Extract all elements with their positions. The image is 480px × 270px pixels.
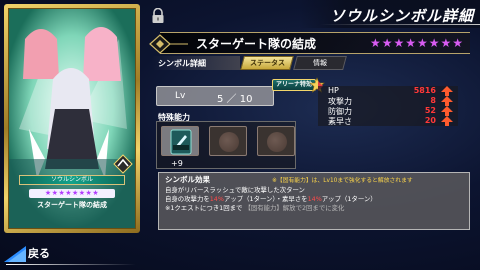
effect-text: アップ（1ターン） <box>321 195 377 203</box>
stat-row-attack: 攻撃力 8 <box>328 96 454 106</box>
stat-up-arrow-icon <box>440 96 454 106</box>
ability-plus-value: +9 <box>171 159 183 168</box>
banner-ornament-icon <box>149 34 188 54</box>
page-title: ソウルシンボル詳細 <box>300 0 480 28</box>
level-panel: Lv 5 ／ 10 <box>156 86 274 106</box>
stat-label: HP <box>328 86 339 95</box>
stat-value: 8 <box>430 96 436 105</box>
symbol-name-banner: スターゲート隊の結成 ★★★★★★★★ <box>149 32 470 54</box>
ability-slot-3[interactable] <box>257 126 295 156</box>
card-rarity-stars: ★★★★★★★★ <box>29 189 115 198</box>
ability-slot-2[interactable] <box>209 126 247 156</box>
stat-row-hp: HP 5816 <box>328 86 454 96</box>
section-title: シンボル詳細 <box>152 56 240 70</box>
stat-value: 52 <box>424 106 436 115</box>
empty-slot-icon <box>219 132 239 152</box>
effect-percent: 14% <box>307 195 322 203</box>
stat-up-arrow-icon <box>440 116 454 126</box>
symbol-effect-panel: シンボル効果 ※【固有能力】は、Lv10まで強化すると解放されます 自身がリバー… <box>158 172 470 230</box>
special-ability-panel: +9 <box>156 121 296 169</box>
effect-text: 自身の攻撃力を <box>165 195 210 203</box>
reverse-slash-skill-icon <box>170 129 192 155</box>
tab-status[interactable]: ステータス <box>240 56 294 70</box>
stat-up-arrow-icon <box>440 106 454 116</box>
stat-label: 素早さ <box>328 117 352 126</box>
card-caption: ソウルシンボル <box>19 175 125 185</box>
stats-panel: HP 5816 攻撃力 8 防御力 52 素早さ 20 <box>318 86 458 126</box>
back-button[interactable]: 戻る <box>0 242 80 266</box>
level-value: 5 ／ 10 <box>217 94 253 105</box>
stat-value: 5816 <box>413 86 436 95</box>
stat-row-defense: 防御力 52 <box>328 106 454 116</box>
element-icon <box>113 154 133 174</box>
ability-slot-1[interactable] <box>161 126 199 156</box>
tab-info-label: 情報 <box>313 59 327 67</box>
card-artwork-frame: ソウルシンボル ★★★★★★★★ スターゲート隊の結成 <box>8 8 136 229</box>
effect-percent: 14% <box>209 195 224 203</box>
effect-line-2: 自身の攻撃力を14%アップ（1ターン）・素早さを14%アップ（1ターン） <box>165 195 463 204</box>
back-label: 戻る <box>28 247 50 260</box>
level-label: Lv <box>175 91 186 101</box>
back-arrow-icon <box>4 246 26 262</box>
effect-line-1: 自身がリバースラッシュで敵に攻撃した次ターン <box>165 186 305 194</box>
back-underline <box>6 264 136 265</box>
stat-up-arrow-icon <box>440 86 454 96</box>
effect-title: シンボル効果 <box>165 175 210 184</box>
effect-line-3: ※1クエストにつき1回まで 【固有能力】解放で2回までに変化 <box>165 204 463 213</box>
symbol-card[interactable]: ソウルシンボル ★★★★★★★★ スターゲート隊の結成 <box>4 4 140 233</box>
lock-icon[interactable] <box>151 8 165 24</box>
symbol-name: スターゲート隊の結成 <box>196 37 317 51</box>
tab-status-label: ステータス <box>249 59 285 67</box>
effect-text: ※1クエストにつき1回まで <box>165 204 243 212</box>
stat-row-speed: 素早さ 20 <box>328 116 454 126</box>
empty-slot-icon <box>267 132 287 152</box>
effect-locked-text: 【固有能力】解放で2回までに変化 <box>244 204 345 212</box>
card-name: スターゲート隊の結成 <box>37 201 107 209</box>
stat-value: 20 <box>424 116 436 125</box>
effect-unlock-note: ※【固有能力】は、Lv10まで強化すると解放されます <box>272 178 413 184</box>
tab-info[interactable]: 情報 <box>293 56 347 70</box>
rarity-stars: ★★★★★★★★ <box>369 36 464 50</box>
tab-bar: シンボル詳細 ステータス 情報 <box>152 56 472 70</box>
effect-text: アップ（1ターン）・素早さを <box>223 195 308 203</box>
